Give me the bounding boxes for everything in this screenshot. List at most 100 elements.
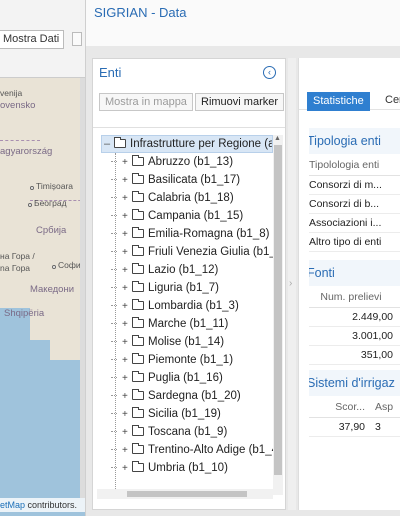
- attribution-text: contributors.: [25, 500, 78, 510]
- enti-title: Enti: [99, 65, 122, 80]
- expand-node-icon[interactable]: +: [122, 226, 130, 244]
- tree-item[interactable]: + Umbria (b1_10): [111, 459, 228, 478]
- scrollbar-thumb[interactable]: [127, 491, 247, 497]
- tree-item[interactable]: + Lombardia (b1_3): [111, 297, 239, 316]
- osm-link[interactable]: etMap: [0, 500, 25, 510]
- expand-node-icon[interactable]: +: [122, 424, 130, 442]
- tree-item[interactable]: + Piemonte (b1_1): [111, 351, 233, 370]
- tree-item[interactable]: + Campania (b1_15): [111, 207, 244, 226]
- tree-item-label: Liguria (b1_7): [148, 282, 219, 294]
- tree-item-label: Basilicata (b1_17): [148, 174, 241, 186]
- tree-item-label: Molise (b1_14): [148, 336, 225, 348]
- table-row[interactable]: 3.001,00: [309, 327, 400, 346]
- tree-item[interactable]: + Puglia (b1_16): [111, 369, 223, 388]
- expand-node-icon[interactable]: +: [122, 388, 130, 406]
- tree-item[interactable]: + Lazio (b1_12): [111, 261, 219, 280]
- tree-item[interactable]: + Liguria (b1_7): [111, 279, 219, 298]
- folder-icon: [132, 425, 144, 437]
- scroll-up-icon[interactable]: ▲: [274, 135, 281, 142]
- expand-node-icon[interactable]: +: [122, 154, 130, 172]
- map-label: na Гора: [0, 263, 31, 273]
- expand-node-icon[interactable]: +: [122, 208, 130, 226]
- city-marker-icon: [28, 203, 32, 207]
- map-scrollbar[interactable]: [80, 78, 85, 498]
- app-title: SIGRIAN - Data: [94, 5, 187, 20]
- tree-item[interactable]: + Abruzzo (b1_13): [111, 153, 233, 172]
- map-label: Београд: [34, 198, 67, 208]
- tree-item-label: Campania (b1_15): [148, 210, 244, 222]
- tree-item[interactable]: + Emilia-Romagna (b1_8): [111, 225, 270, 244]
- tipologia-section: Tipologia enti Tipolologia enti Consorzi…: [309, 128, 400, 252]
- folder-icon: [114, 137, 126, 149]
- mostra-in-mappa-button[interactable]: Mostra in mappa: [99, 93, 193, 111]
- tree-horizontal-scrollbar[interactable]: [97, 489, 273, 499]
- folder-icon: [132, 245, 144, 257]
- map-panel[interactable]: Mostra Dati venija ovensko agyarország T…: [0, 0, 86, 516]
- tree-root-label: Infrastrutture per Regione (a: [130, 137, 273, 150]
- tree-item[interactable]: + Sardegna (b1_20): [111, 387, 241, 406]
- column-header[interactable]: Scor...: [309, 396, 365, 417]
- column-header[interactable]: Asp: [365, 396, 400, 417]
- map-label: agyarország: [0, 146, 53, 157]
- expand-node-icon[interactable]: +: [122, 460, 130, 478]
- column-header[interactable]: Num. prelievi: [309, 286, 400, 308]
- chevron-right-icon[interactable]: ›: [289, 278, 292, 289]
- folder-icon: [132, 299, 144, 311]
- tree-root-node[interactable]: – Infrastrutture per Regione (a: [101, 135, 273, 153]
- tree-item[interactable]: + Basilicata (b1_17): [111, 171, 241, 190]
- expand-node-icon[interactable]: +: [122, 190, 130, 208]
- mostra-dati-button[interactable]: Mostra Dati: [0, 30, 65, 49]
- expand-node-icon[interactable]: +: [122, 406, 130, 424]
- sistemi-section: Sistemi d'irrigaz Scor... Asp 37,90 3: [309, 370, 400, 437]
- tree-item-label: Lombardia (b1_3): [148, 300, 239, 312]
- collapse-node-icon[interactable]: –: [104, 138, 114, 150]
- tree-item[interactable]: + Friuli Venezia Giulia (b1_6: [111, 243, 273, 262]
- stats-panel: Statistiche Cen Tipologia enti Tipololog…: [298, 58, 400, 510]
- map-label: на Гора /: [0, 251, 35, 261]
- table-row[interactable]: Altro tipo di enti: [309, 233, 400, 252]
- table-cell: 37,90: [338, 421, 365, 433]
- table-cell: 3: [375, 421, 381, 433]
- tree-item[interactable]: + Marche (b1_11): [111, 315, 228, 334]
- tree-vertical-scrollbar[interactable]: ▲: [273, 135, 283, 495]
- expand-node-icon[interactable]: +: [122, 370, 130, 388]
- tree-item-label: Lazio (b1_12): [148, 264, 219, 276]
- expand-node-icon[interactable]: +: [122, 298, 130, 316]
- folder-icon: [132, 263, 144, 275]
- collapse-panel-icon[interactable]: ‹: [263, 66, 276, 79]
- rimuovi-marker-button[interactable]: Rimuovi marker: [195, 93, 285, 111]
- table-row[interactable]: 2.449,00: [309, 308, 400, 327]
- tab-statistiche[interactable]: Statistiche: [307, 92, 370, 111]
- tree-item[interactable]: + Sicilia (b1_19): [111, 405, 221, 424]
- expand-node-icon[interactable]: +: [122, 244, 130, 262]
- folder-icon: [132, 155, 144, 167]
- table-row[interactable]: Consorzi di b...: [309, 195, 400, 214]
- expand-node-icon[interactable]: +: [122, 442, 130, 460]
- tree-item[interactable]: + Calabria (b1_18): [111, 189, 234, 208]
- tree-item-label: Friuli Venezia Giulia (b1_6: [148, 246, 273, 258]
- tree-item-label: Emilia-Romagna (b1_8): [148, 228, 270, 240]
- expand-node-icon[interactable]: +: [122, 262, 130, 280]
- expand-node-icon[interactable]: +: [122, 334, 130, 352]
- map-menu-icon[interactable]: [72, 32, 82, 46]
- table-row[interactable]: 351,00: [309, 346, 400, 365]
- scrollbar-thumb[interactable]: [274, 145, 282, 475]
- expand-node-icon[interactable]: +: [122, 172, 130, 190]
- map-label: ovensko: [0, 100, 36, 111]
- table-row[interactable]: Consorzi di m...: [309, 176, 400, 195]
- tree-item[interactable]: + Trentino-Alto Adige (b1_4: [111, 441, 273, 460]
- expand-node-icon[interactable]: +: [122, 316, 130, 334]
- expand-node-icon[interactable]: +: [122, 280, 130, 298]
- table-row[interactable]: 37,90 3: [309, 418, 400, 437]
- table-row[interactable]: Associazioni i...: [309, 214, 400, 233]
- tab-second[interactable]: Cen: [385, 94, 400, 106]
- map-label: Timișoara: [36, 181, 73, 191]
- column-header[interactable]: Tipolologia enti: [309, 154, 400, 176]
- divider: [93, 127, 285, 128]
- expand-node-icon[interactable]: +: [122, 352, 130, 370]
- folder-icon: [132, 407, 144, 419]
- city-marker-icon: [52, 265, 56, 269]
- tree-item[interactable]: + Molise (b1_14): [111, 333, 225, 352]
- tree-item[interactable]: + Toscana (b1_9): [111, 423, 227, 442]
- tab-bar: Statistiche Cen: [299, 58, 400, 111]
